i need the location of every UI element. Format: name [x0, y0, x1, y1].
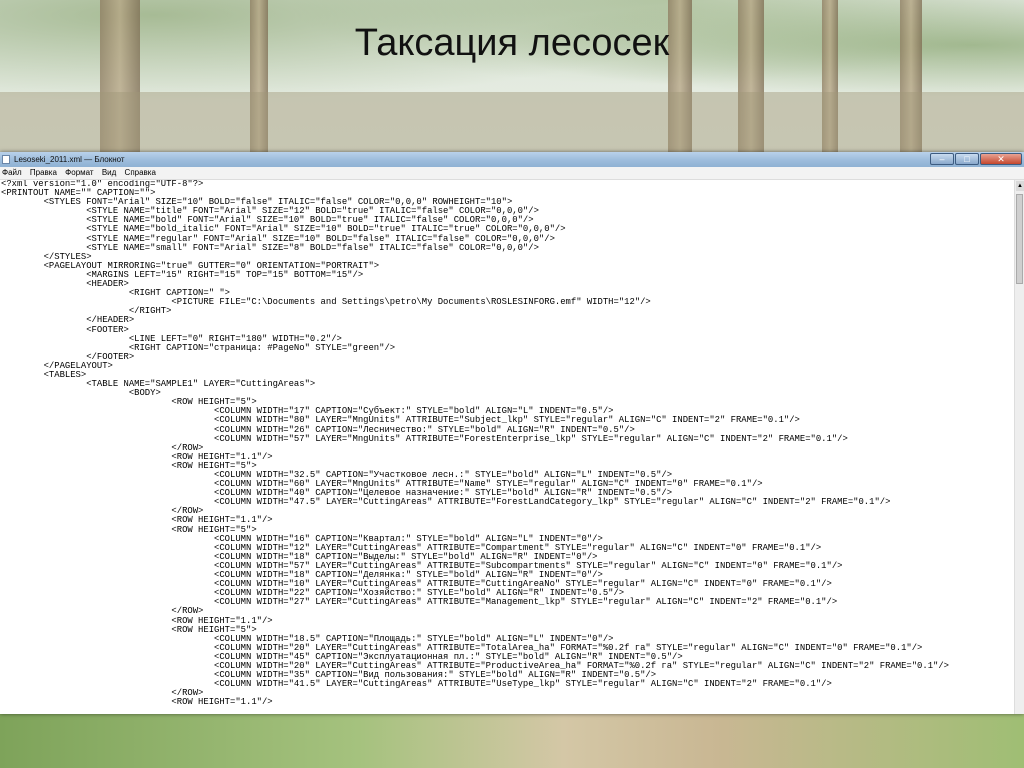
- close-button[interactable]: ✕: [980, 153, 1022, 165]
- notepad-icon: [2, 155, 10, 164]
- xml-text-content[interactable]: <?xml version="1.0" encoding="UTF-8"?> <…: [0, 180, 1014, 707]
- code-line: <ROW HEIGHT="1.1"/>: [171, 697, 273, 708]
- menu-item-format[interactable]: Формат: [65, 167, 93, 179]
- slide-title: Таксация лесосек: [354, 22, 670, 64]
- title-band: [0, 92, 1024, 154]
- scroll-up-arrow-icon[interactable]: ▲: [1016, 181, 1024, 191]
- minimize-button[interactable]: –: [930, 153, 954, 165]
- text-editor-area[interactable]: <?xml version="1.0" encoding="UTF-8"?> <…: [0, 180, 1014, 714]
- window-titlebar[interactable]: Lesoseki_2011.xml — Блокнот – □ ✕: [0, 152, 1024, 167]
- menu-item-help[interactable]: Справка: [125, 167, 156, 179]
- notepad-window: Lesoseki_2011.xml — Блокнот – □ ✕ Файл П…: [0, 152, 1024, 714]
- menu-bar: Файл Правка Формат Вид Справка: [0, 167, 1024, 180]
- scroll-thumb[interactable]: [1016, 194, 1023, 284]
- menu-item-file[interactable]: Файл: [2, 167, 22, 179]
- menu-item-edit[interactable]: Правка: [30, 167, 57, 179]
- maximize-button[interactable]: □: [955, 153, 979, 165]
- menu-item-view[interactable]: Вид: [102, 167, 116, 179]
- window-title: Lesoseki_2011.xml — Блокнот: [14, 155, 125, 164]
- vertical-scrollbar[interactable]: ▲: [1014, 180, 1024, 714]
